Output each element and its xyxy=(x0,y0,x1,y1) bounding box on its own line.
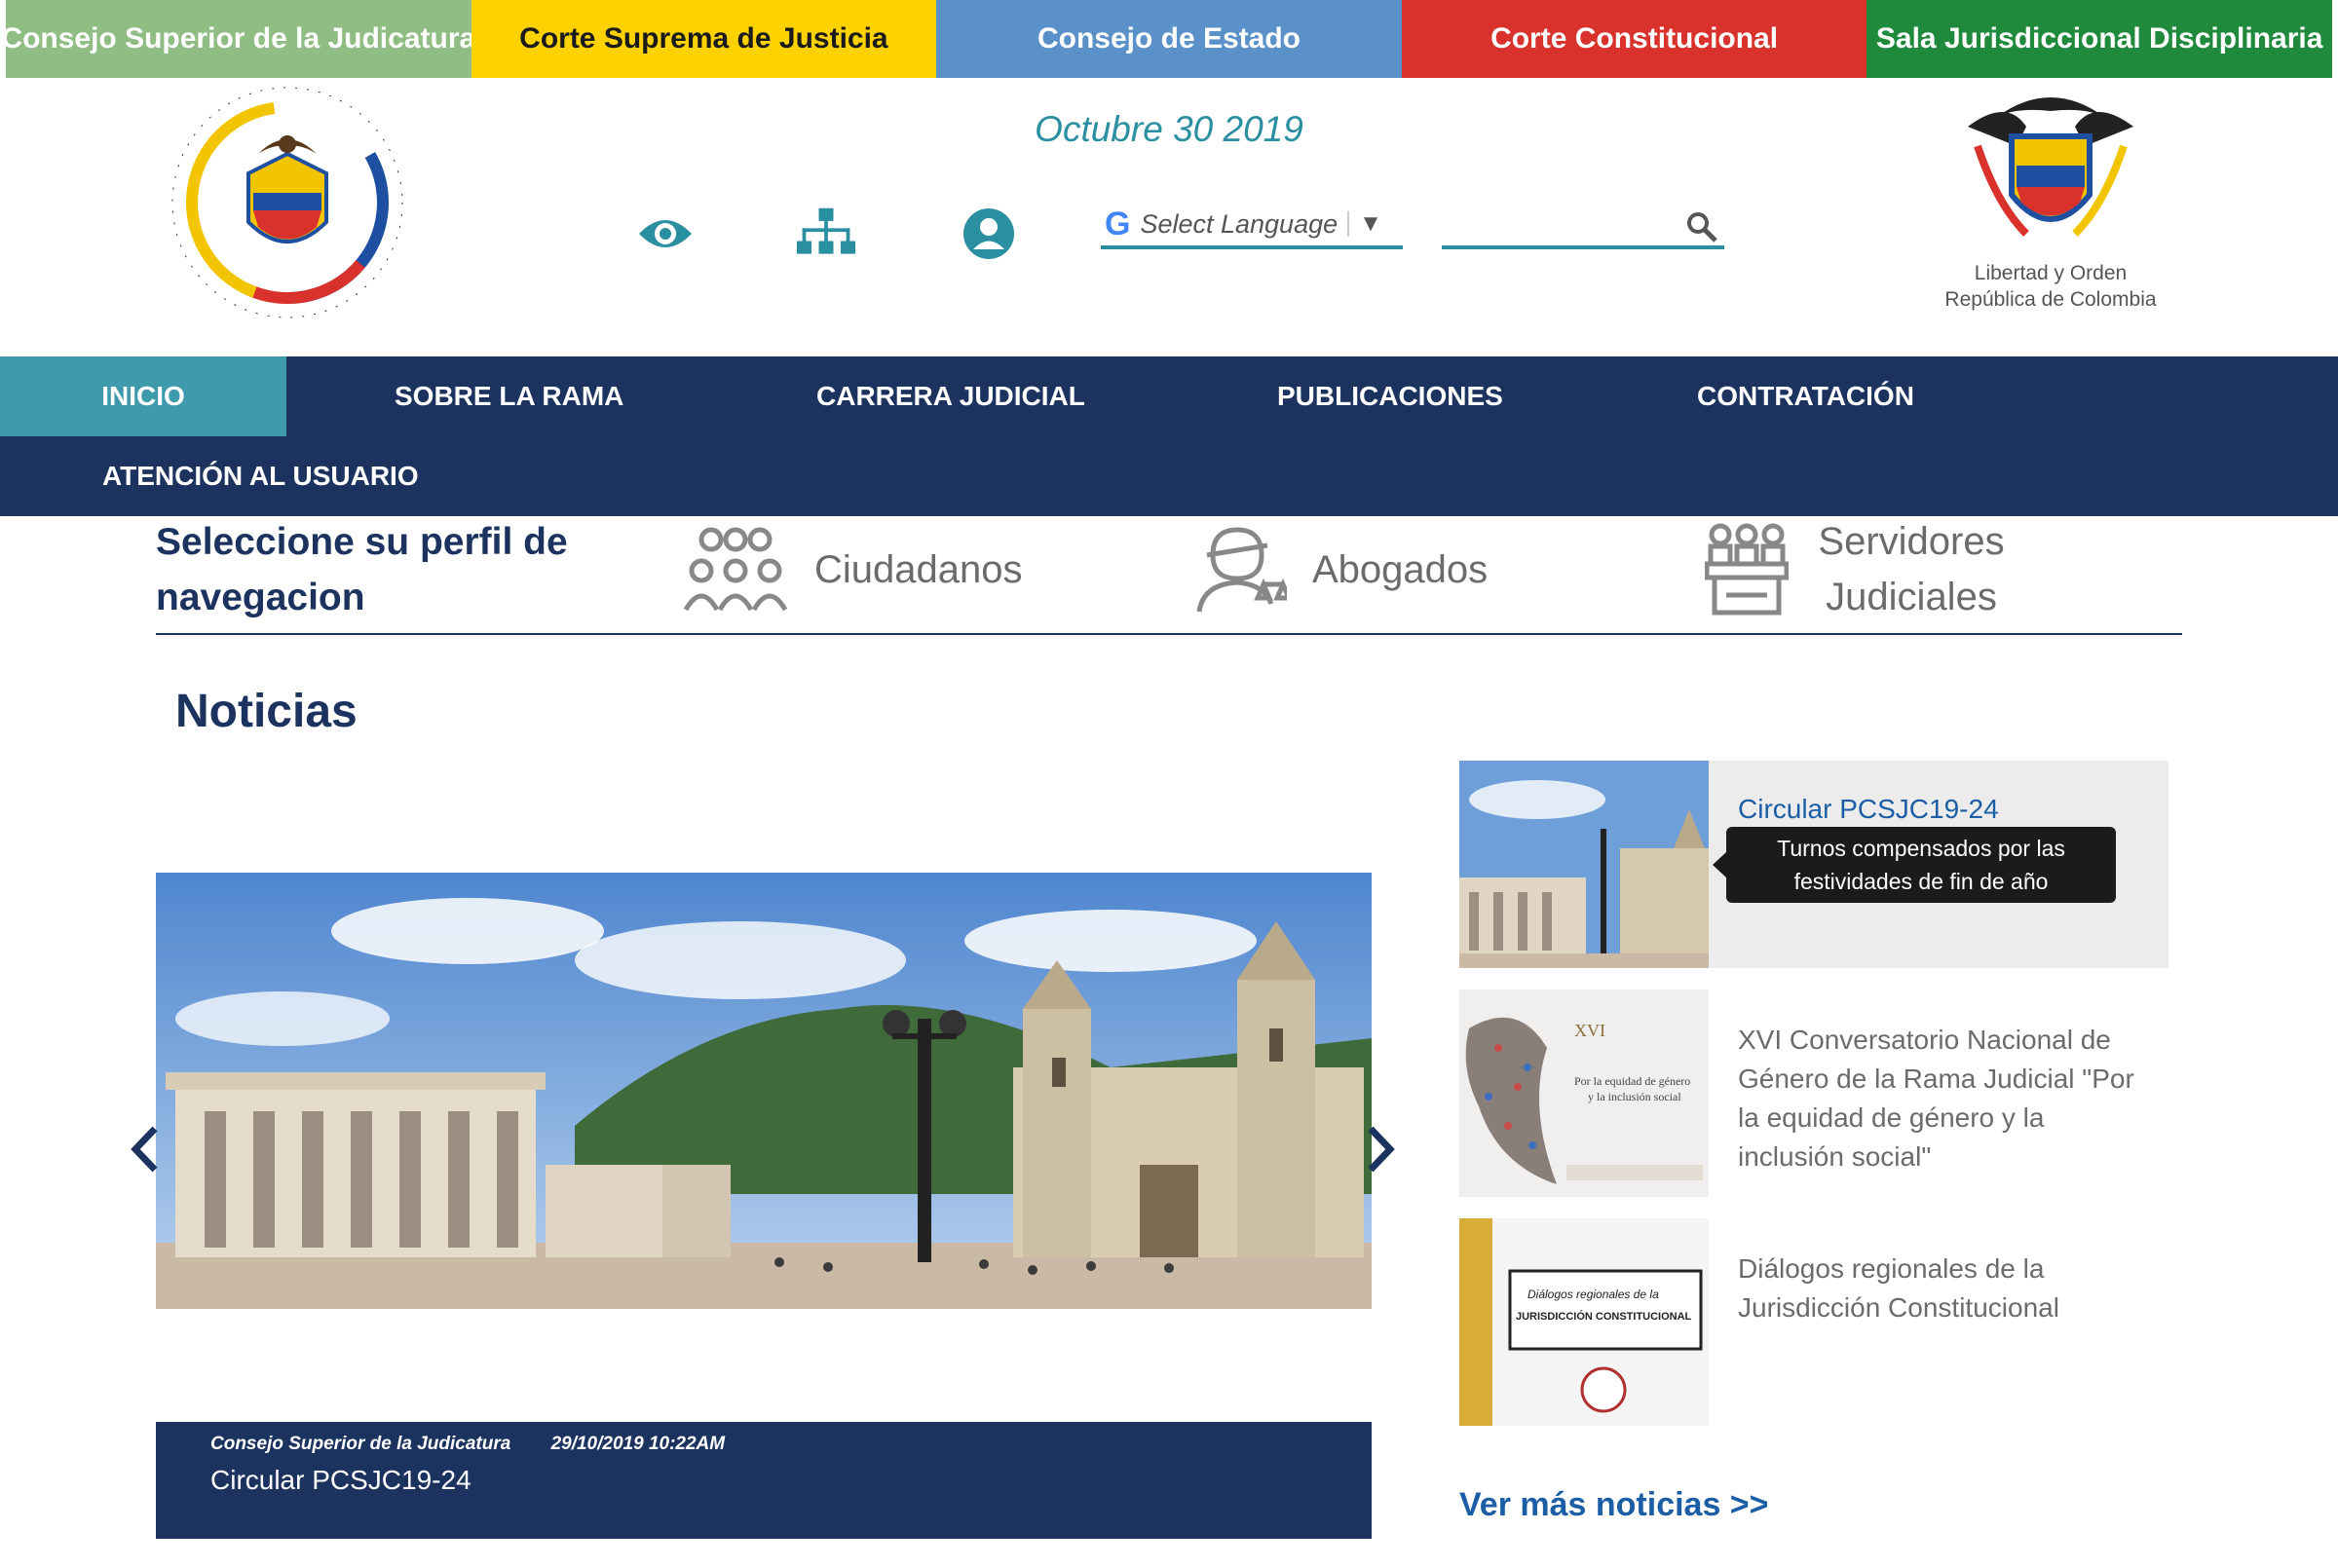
profile-abogados-label: Abogados xyxy=(1312,547,1489,591)
motto-line: Libertad y Orden xyxy=(1974,262,2128,284)
search-icon[interactable] xyxy=(1685,210,1718,243)
tab-sala-disciplinaria[interactable]: Sala Jurisdiccional Disciplinaria xyxy=(1867,0,2332,78)
profile-servidores-label: Servidores Judiciales xyxy=(1818,520,2005,618)
news-item-title: XVI Conversatorio Nacional de Género de … xyxy=(1738,1025,2134,1172)
nav-item-atencion-al-usuario[interactable]: ATENCIÓN AL USUARIO xyxy=(102,436,419,516)
news-item[interactable]: Diálogos regionales de la JURISDICCIÓN C… xyxy=(1459,1218,2168,1426)
corporation-bar: Consejo Superior de la Judicatura Corte … xyxy=(6,0,2332,78)
thumb2-line-3: y la inclusión social xyxy=(1588,1090,1681,1103)
nav-item-carrera-judicial[interactable]: CARRERA JUDICIAL xyxy=(816,356,1085,436)
thumb3-line-1: Diálogos regionales de la xyxy=(1527,1288,1659,1301)
nav-item-sobre-la-rama[interactable]: SOBRE LA RAMA xyxy=(395,356,623,436)
lawyer-icon xyxy=(1193,526,1287,614)
featured-news-caption[interactable]: Consejo Superior de la Judicatura 29/10/… xyxy=(156,1422,1372,1539)
citizens-icon xyxy=(682,526,789,614)
profile-divider xyxy=(156,633,2182,635)
google-icon: G xyxy=(1105,205,1131,243)
current-date: Octubre 30 2019 xyxy=(1035,109,1303,149)
thumb2-line-1: XVI xyxy=(1574,1021,1605,1040)
profile-abogados[interactable]: Abogados xyxy=(1193,526,1488,614)
language-separator xyxy=(1347,211,1350,237)
news-item[interactable]: XVI Por la equidad de género y la inclus… xyxy=(1459,989,2168,1197)
tab-corte-suprema[interactable]: Corte Suprema de Justicia xyxy=(471,0,937,78)
tab-consejo-superior[interactable]: Consejo Superior de la Judicatura xyxy=(6,0,471,78)
news-item-title: Diálogos regionales de la Jurisdicción C… xyxy=(1738,1253,2059,1323)
more-news-link[interactable]: Ver más noticias >> xyxy=(1459,1486,1769,1524)
search-input[interactable] xyxy=(1442,203,1676,245)
judicial-servants-icon xyxy=(1705,523,1789,616)
news-thumbnail: XVI Por la equidad de género y la inclus… xyxy=(1459,989,1709,1197)
featured-news-meta: Consejo Superior de la Judicatura 29/10/… xyxy=(210,1434,760,1455)
news-item-title: Circular PCSJC19-24 xyxy=(1738,794,1999,824)
sitemap-icon[interactable] xyxy=(797,205,855,263)
news-carousel-image[interactable] xyxy=(156,873,1372,1309)
tab-consejo-estado[interactable]: Consejo de Estado xyxy=(936,0,1402,78)
carousel-prev-icon[interactable] xyxy=(125,1120,164,1178)
coat-of-arms-caption: Libertad y Orden República de Colombia xyxy=(1924,260,2177,313)
thumb3-line-2: JURISDICCIÓN CONSTITUCIONAL xyxy=(1516,1310,1692,1323)
language-label: Select Language xyxy=(1140,208,1339,239)
visibility-icon[interactable] xyxy=(636,205,695,263)
profile-servidores-judiciales[interactable]: Servidores Judiciales xyxy=(1705,516,2009,623)
news-heading: Noticias xyxy=(175,686,358,737)
featured-news-title: Circular PCSJC19-24 xyxy=(210,1465,471,1495)
featured-news-datetime: 29/10/2019 10:22AM xyxy=(550,1434,726,1454)
dropdown-arrow-icon: ▼ xyxy=(1359,210,1382,237)
news-thumbnail xyxy=(1459,761,1709,968)
featured-news-source: Consejo Superior de la Judicatura xyxy=(210,1434,511,1454)
search-box xyxy=(1442,203,1724,249)
news-thumbnail: Diálogos regionales de la JURISDICCIÓN C… xyxy=(1459,1218,1709,1426)
main-navigation: INICIO SOBRE LA RAMA CARRERA JUDICIAL PU… xyxy=(0,356,2338,516)
profile-selector-title: Seleccione su perfil de navegacion xyxy=(156,521,568,618)
user-account-icon[interactable] xyxy=(960,205,1018,263)
country-line: República de Colombia xyxy=(1944,288,2157,311)
language-selector[interactable]: G Select Language ▼ xyxy=(1101,203,1403,249)
nav-item-publicaciones[interactable]: PUBLICACIONES xyxy=(1277,356,1503,436)
profile-ciudadanos[interactable]: Ciudadanos xyxy=(682,526,1023,614)
rama-judicial-logo[interactable] xyxy=(156,86,419,319)
thumb2-line-2: Por la equidad de género xyxy=(1574,1074,1690,1088)
tab-corte-constitucional[interactable]: Corte Constitucional xyxy=(1401,0,1867,78)
carousel-next-icon[interactable] xyxy=(1362,1120,1401,1178)
nav-item-contratacion[interactable]: CONTRATACIÓN xyxy=(1697,356,1914,436)
profile-ciudadanos-label: Ciudadanos xyxy=(814,547,1023,591)
news-tooltip: Turnos compensados por las festividades … xyxy=(1713,827,2116,903)
nav-item-inicio[interactable]: INICIO xyxy=(0,356,286,436)
